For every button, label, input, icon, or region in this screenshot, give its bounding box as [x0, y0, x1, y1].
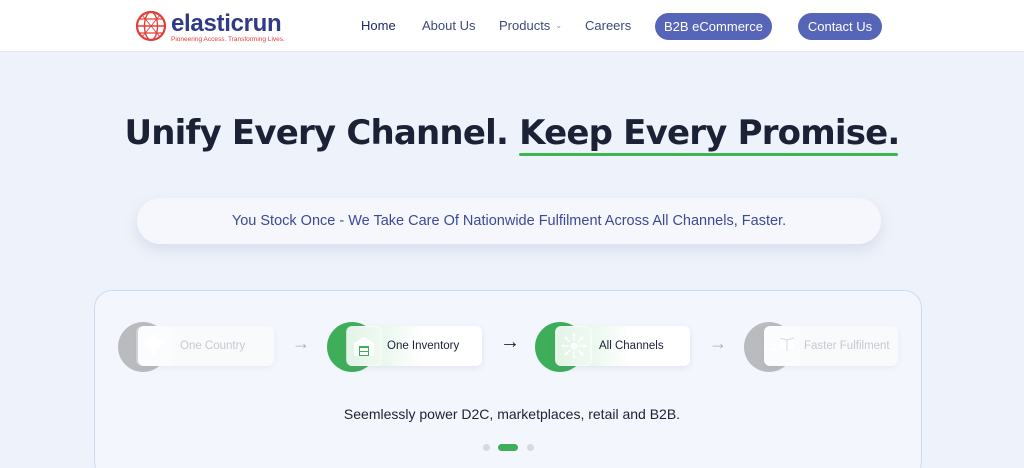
step-label: Faster Fulfilment — [804, 340, 890, 352]
warehouse-icon — [346, 326, 382, 366]
step-label: One Inventory — [387, 340, 460, 352]
nav-products-label: Products — [499, 18, 551, 33]
step-label: One Country — [180, 340, 246, 352]
flow-step-all-channels: All Channels — [535, 322, 690, 372]
elasticrun-logo[interactable]: elasticrun Pioneering Access. Transformi… — [134, 9, 294, 45]
nav-careers[interactable]: Careers — [585, 18, 631, 33]
flow-step-one-country: One Country — [118, 322, 274, 372]
arrow-right-icon: → — [709, 333, 727, 353]
hero-title: Unify Every Channel. Keep Every Promise. — [0, 113, 1024, 156]
network-hub-icon — [556, 326, 592, 366]
site-header: elasticrun Pioneering Access. Transformi… — [0, 0, 1024, 52]
hero-title-highlight: Keep Every Promise. — [519, 113, 900, 156]
fast-delivery-box-icon — [764, 326, 800, 366]
logo-wordmark: elasticrun — [171, 10, 282, 37]
hero-title-part1: Unify Every Channel. — [124, 113, 509, 153]
step-label: All Channels — [599, 340, 664, 352]
logo-tagline: Pioneering Access. Transforming Lives. — [171, 36, 285, 43]
flow-caption: Seemlessly power D2C, marketplaces, reta… — [343, 406, 681, 422]
arrow-right-icon: → — [292, 333, 310, 353]
b2b-ecommerce-button[interactable]: B2B eCommerce — [655, 13, 772, 40]
channel-flow-card — [94, 290, 922, 468]
flow-step-one-inventory: One Inventory — [327, 322, 482, 372]
nav-home[interactable]: Home — [361, 18, 396, 33]
nav-products[interactable]: Products ⌄ — [499, 18, 562, 33]
carousel-dot-2-active[interactable] — [498, 444, 518, 451]
chevron-down-icon: ⌄ — [555, 21, 563, 30]
nav-about-us[interactable]: About Us — [422, 18, 475, 33]
carousel-dot-1[interactable] — [483, 444, 490, 451]
india-map-icon — [136, 326, 172, 366]
carousel-dot-3[interactable] — [527, 444, 534, 451]
arrow-right-icon: → — [500, 331, 520, 353]
globe-logo-icon — [135, 10, 167, 42]
hero-subtitle-box: You Stock Once - We Take Care Of Nationw… — [137, 198, 881, 244]
hero-subtitle: You Stock Once - We Take Care Of Nationw… — [231, 213, 787, 229]
flow-step-faster-fulfilment: Faster Fulfilment — [744, 322, 898, 372]
contact-us-button[interactable]: Contact Us — [798, 13, 882, 40]
